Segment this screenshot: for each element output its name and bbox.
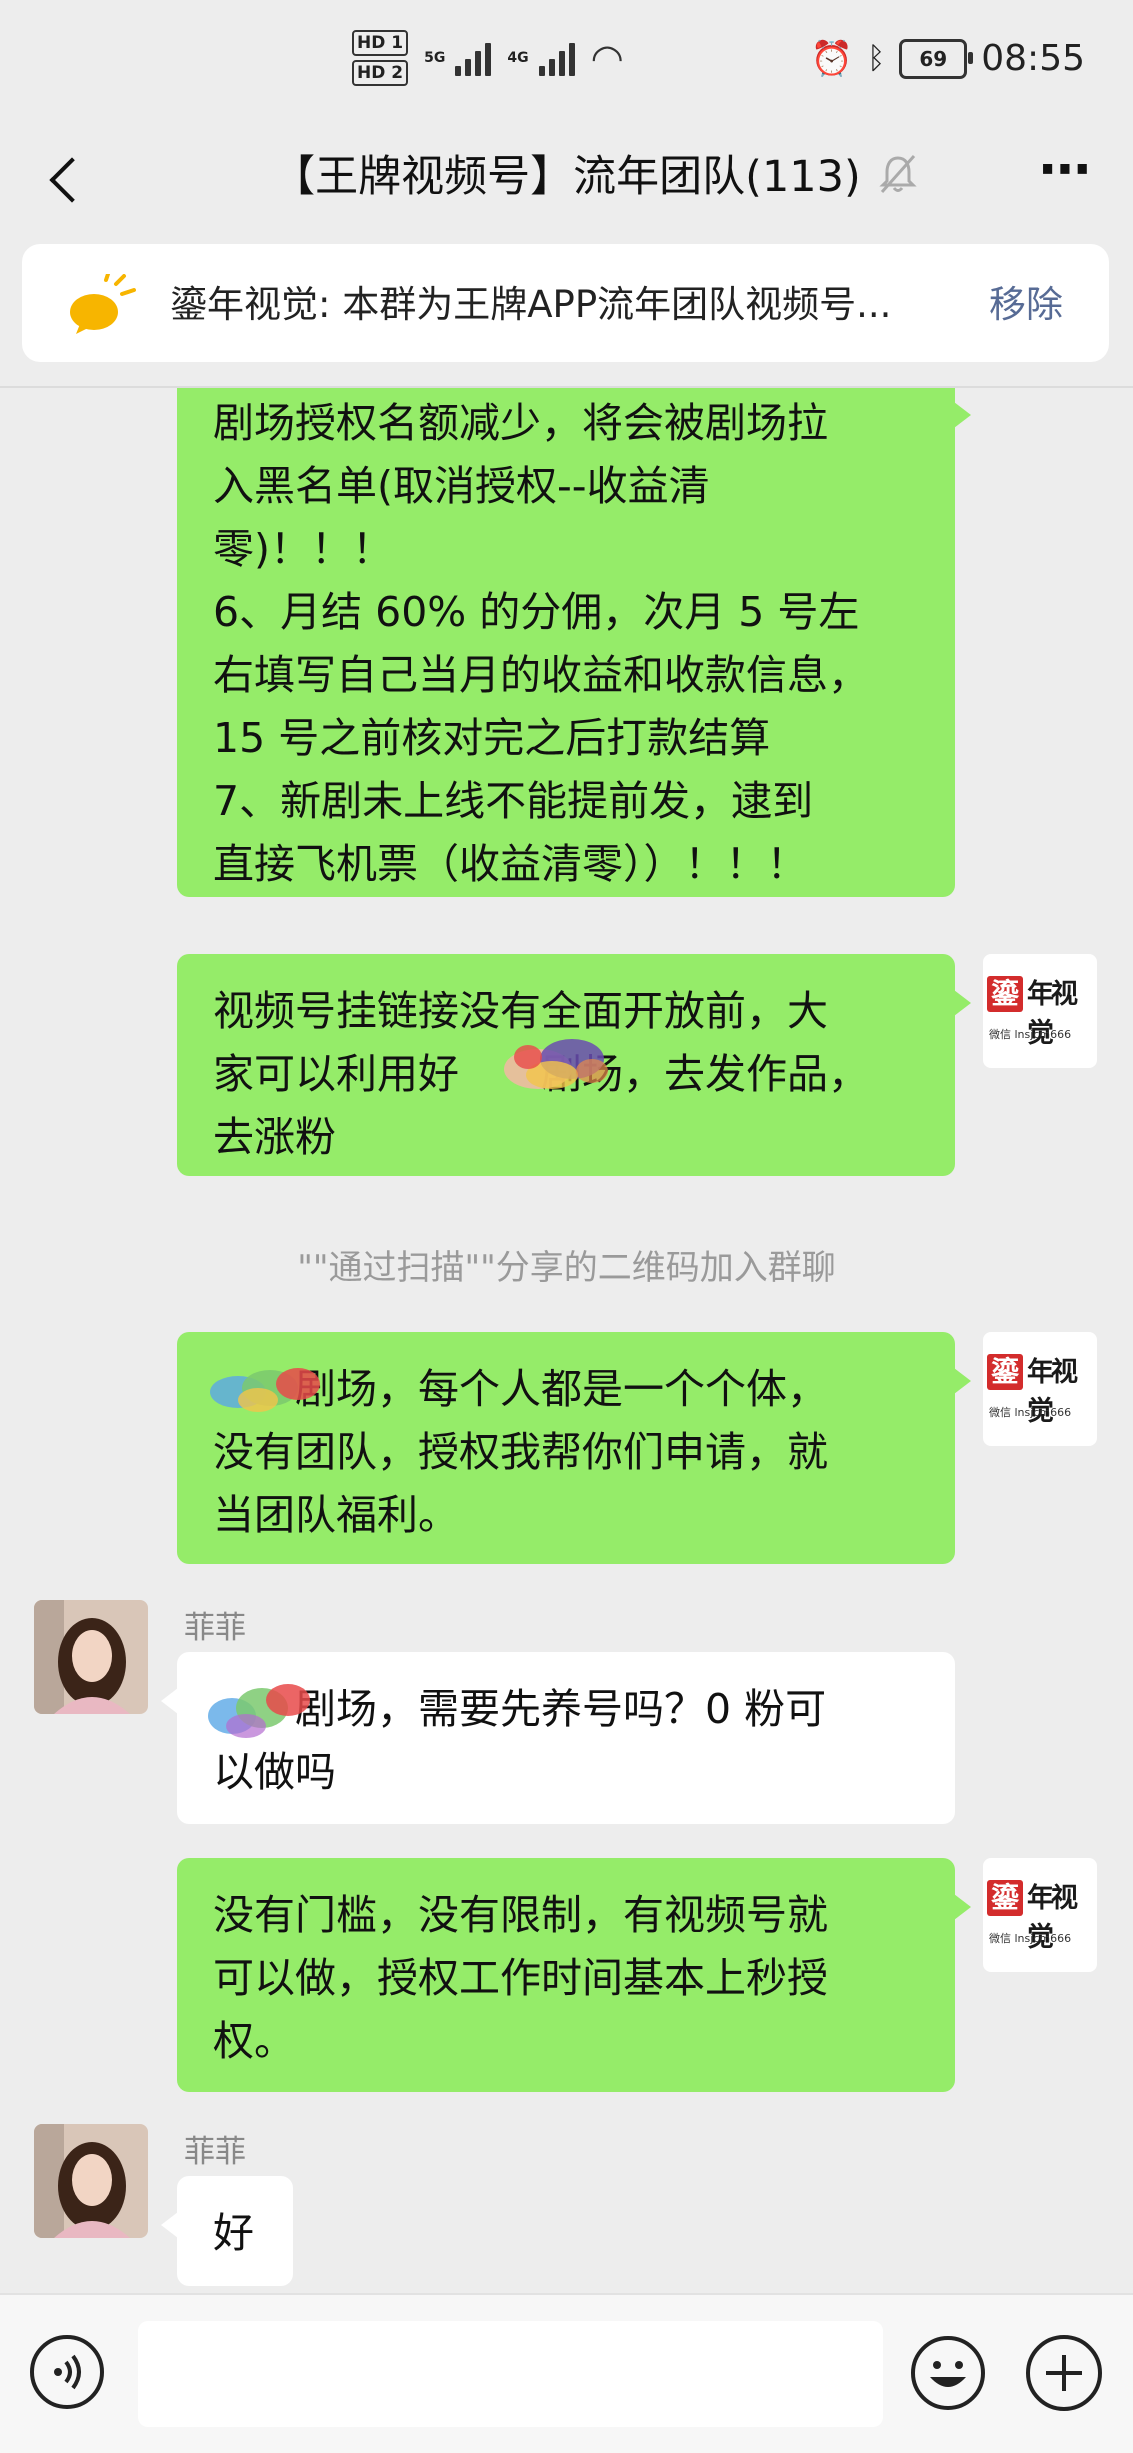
- my-avatar[interactable]: 鎏 年视觉 微信 lnsjcm666: [983, 1858, 1097, 1972]
- avatar-seal: 鎏: [987, 1880, 1023, 1916]
- message-bubble[interactable]: 好: [161, 2176, 293, 2286]
- avatar-wechat: 微信 lnsjcm666: [989, 1028, 1072, 1041]
- more-icon[interactable]: ⋯: [1039, 144, 1093, 196]
- battery-icon: 69: [899, 38, 974, 79]
- signal-bars-icon: [455, 40, 492, 76]
- bluetooth-icon: ᛒ: [867, 40, 886, 76]
- emoji-icon[interactable]: [910, 2335, 986, 2411]
- message-bubble[interactable]: 没有门槛，没有限制，有视频号就 可以做，授权工作时间基本上秒授 权。: [177, 1858, 971, 2092]
- status-right: ⏰ ᛒ 69 08:55: [811, 38, 1085, 79]
- censor-blot: [210, 1368, 320, 1412]
- user-avatar-feifei[interactable]: [34, 2124, 148, 2238]
- hd-badges: HD 1 HD 2: [352, 30, 409, 86]
- sender-name: 菲菲: [184, 2134, 246, 2170]
- system-message: ""通过扫描""分享的二维码加入群聊: [297, 1248, 836, 1288]
- user-avatar-feifei[interactable]: [34, 1600, 148, 1714]
- remove-notice-button[interactable]: 移除: [989, 274, 1063, 328]
- network-5g-label: 5G: [424, 50, 446, 66]
- censor-blot: [208, 1684, 310, 1738]
- message-input[interactable]: [138, 2321, 883, 2427]
- status-bar: HD 1 HD 2 5G 4G ◠ ⏰ ᛒ 69 08:55: [0, 0, 1133, 130]
- clock: 08:55: [981, 38, 1085, 79]
- signal-group: HD 1 HD 2 5G 4G ◠: [352, 30, 624, 86]
- hd2-badge: HD 2: [352, 60, 409, 86]
- wifi-icon: ◠: [590, 36, 624, 80]
- group-title: 【王牌视频号】流年团队(113): [272, 152, 861, 202]
- notice-bulb-icon: [70, 274, 136, 334]
- chat-header: 【王牌视频号】流年团队(113) ⋯: [0, 130, 1133, 240]
- notice-text: 鎏年视觉: 本群为王牌APP流年团队视频号...: [170, 283, 892, 326]
- avatar-wechat: 微信 lnsjcm666: [989, 1932, 1072, 1945]
- hd1-badge: HD 1: [352, 30, 409, 56]
- censor-blot: [504, 1039, 608, 1089]
- my-avatar[interactable]: 鎏 年视觉 微信 lnsjcm666: [983, 1332, 1097, 1446]
- group-notice-banner[interactable]: 鎏年视觉: 本群为王牌APP流年团队视频号... 移除: [22, 244, 1109, 362]
- avatar-wechat: 微信 lnsjcm666: [989, 1406, 1072, 1419]
- battery-level: 69: [919, 46, 948, 71]
- avatar-seal: 鎏: [987, 1354, 1023, 1390]
- avatar-seal: 鎏: [987, 976, 1023, 1012]
- signal-bars-icon-2: [538, 40, 575, 76]
- network-4g-label: 4G: [507, 50, 529, 66]
- plus-icon[interactable]: [1026, 2335, 1102, 2411]
- mute-bell-icon: [879, 155, 917, 193]
- sender-name: 菲菲: [184, 1610, 246, 1646]
- alarm-icon: ⏰: [810, 38, 854, 79]
- input-bar: [0, 2293, 1133, 2453]
- message-list[interactable]: 剧场授权名额减少，将会被剧场拉 入黑名单(取消授权--收益清 零)！！！ 6、月…: [0, 388, 1133, 2293]
- voice-icon[interactable]: [30, 2335, 104, 2409]
- my-avatar[interactable]: 鎏 年视觉 微信 lnsjcm666: [983, 954, 1097, 1068]
- message-bubble[interactable]: 剧场授权名额减少，将会被剧场拉 入黑名单(取消授权--收益清 零)！！！ 6、月…: [177, 388, 971, 897]
